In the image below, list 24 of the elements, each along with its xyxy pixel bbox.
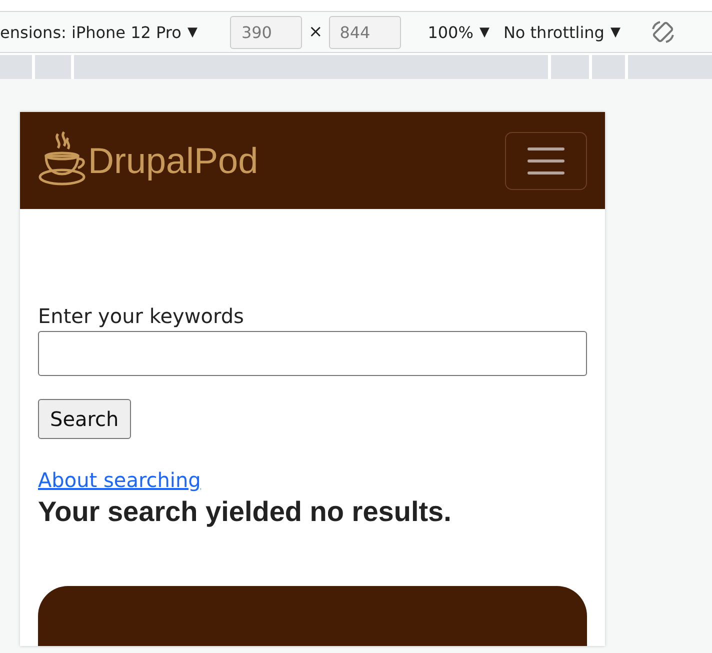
media-query-bar[interactable] <box>0 55 32 79</box>
width-field[interactable]: 390 <box>230 16 302 48</box>
about-searching-link[interactable]: About searching <box>38 468 201 492</box>
search-label: Enter your keywords <box>38 304 245 328</box>
media-query-bar[interactable] <box>74 55 548 79</box>
site-logo-text[interactable]: DrupalPod <box>88 140 258 182</box>
times-sign: × <box>308 22 323 42</box>
throttling-label[interactable]: No throttling <box>503 22 604 42</box>
media-query-bar[interactable] <box>628 55 712 79</box>
rotate-icon[interactable] <box>650 19 676 45</box>
menu-toggle-button[interactable] <box>505 132 587 190</box>
keywords-input[interactable] <box>38 331 587 376</box>
menu-icon <box>527 146 565 176</box>
media-query-bar[interactable] <box>592 55 625 79</box>
caret-icon[interactable]: ▼ <box>187 24 198 40</box>
caret-icon[interactable]: ▼ <box>610 24 620 40</box>
no-results-heading: Your search yielded no results. <box>38 496 452 528</box>
caret-icon[interactable]: ▼ <box>479 24 490 40</box>
device-label[interactable]: ensions: iPhone 12 Pro <box>0 22 182 42</box>
media-query-bar[interactable] <box>35 55 71 79</box>
zoom-label[interactable]: 100% <box>428 22 474 42</box>
search-button[interactable]: Search <box>38 399 131 439</box>
height-field[interactable]: 844 <box>328 16 401 48</box>
media-query-bar[interactable] <box>551 55 589 79</box>
